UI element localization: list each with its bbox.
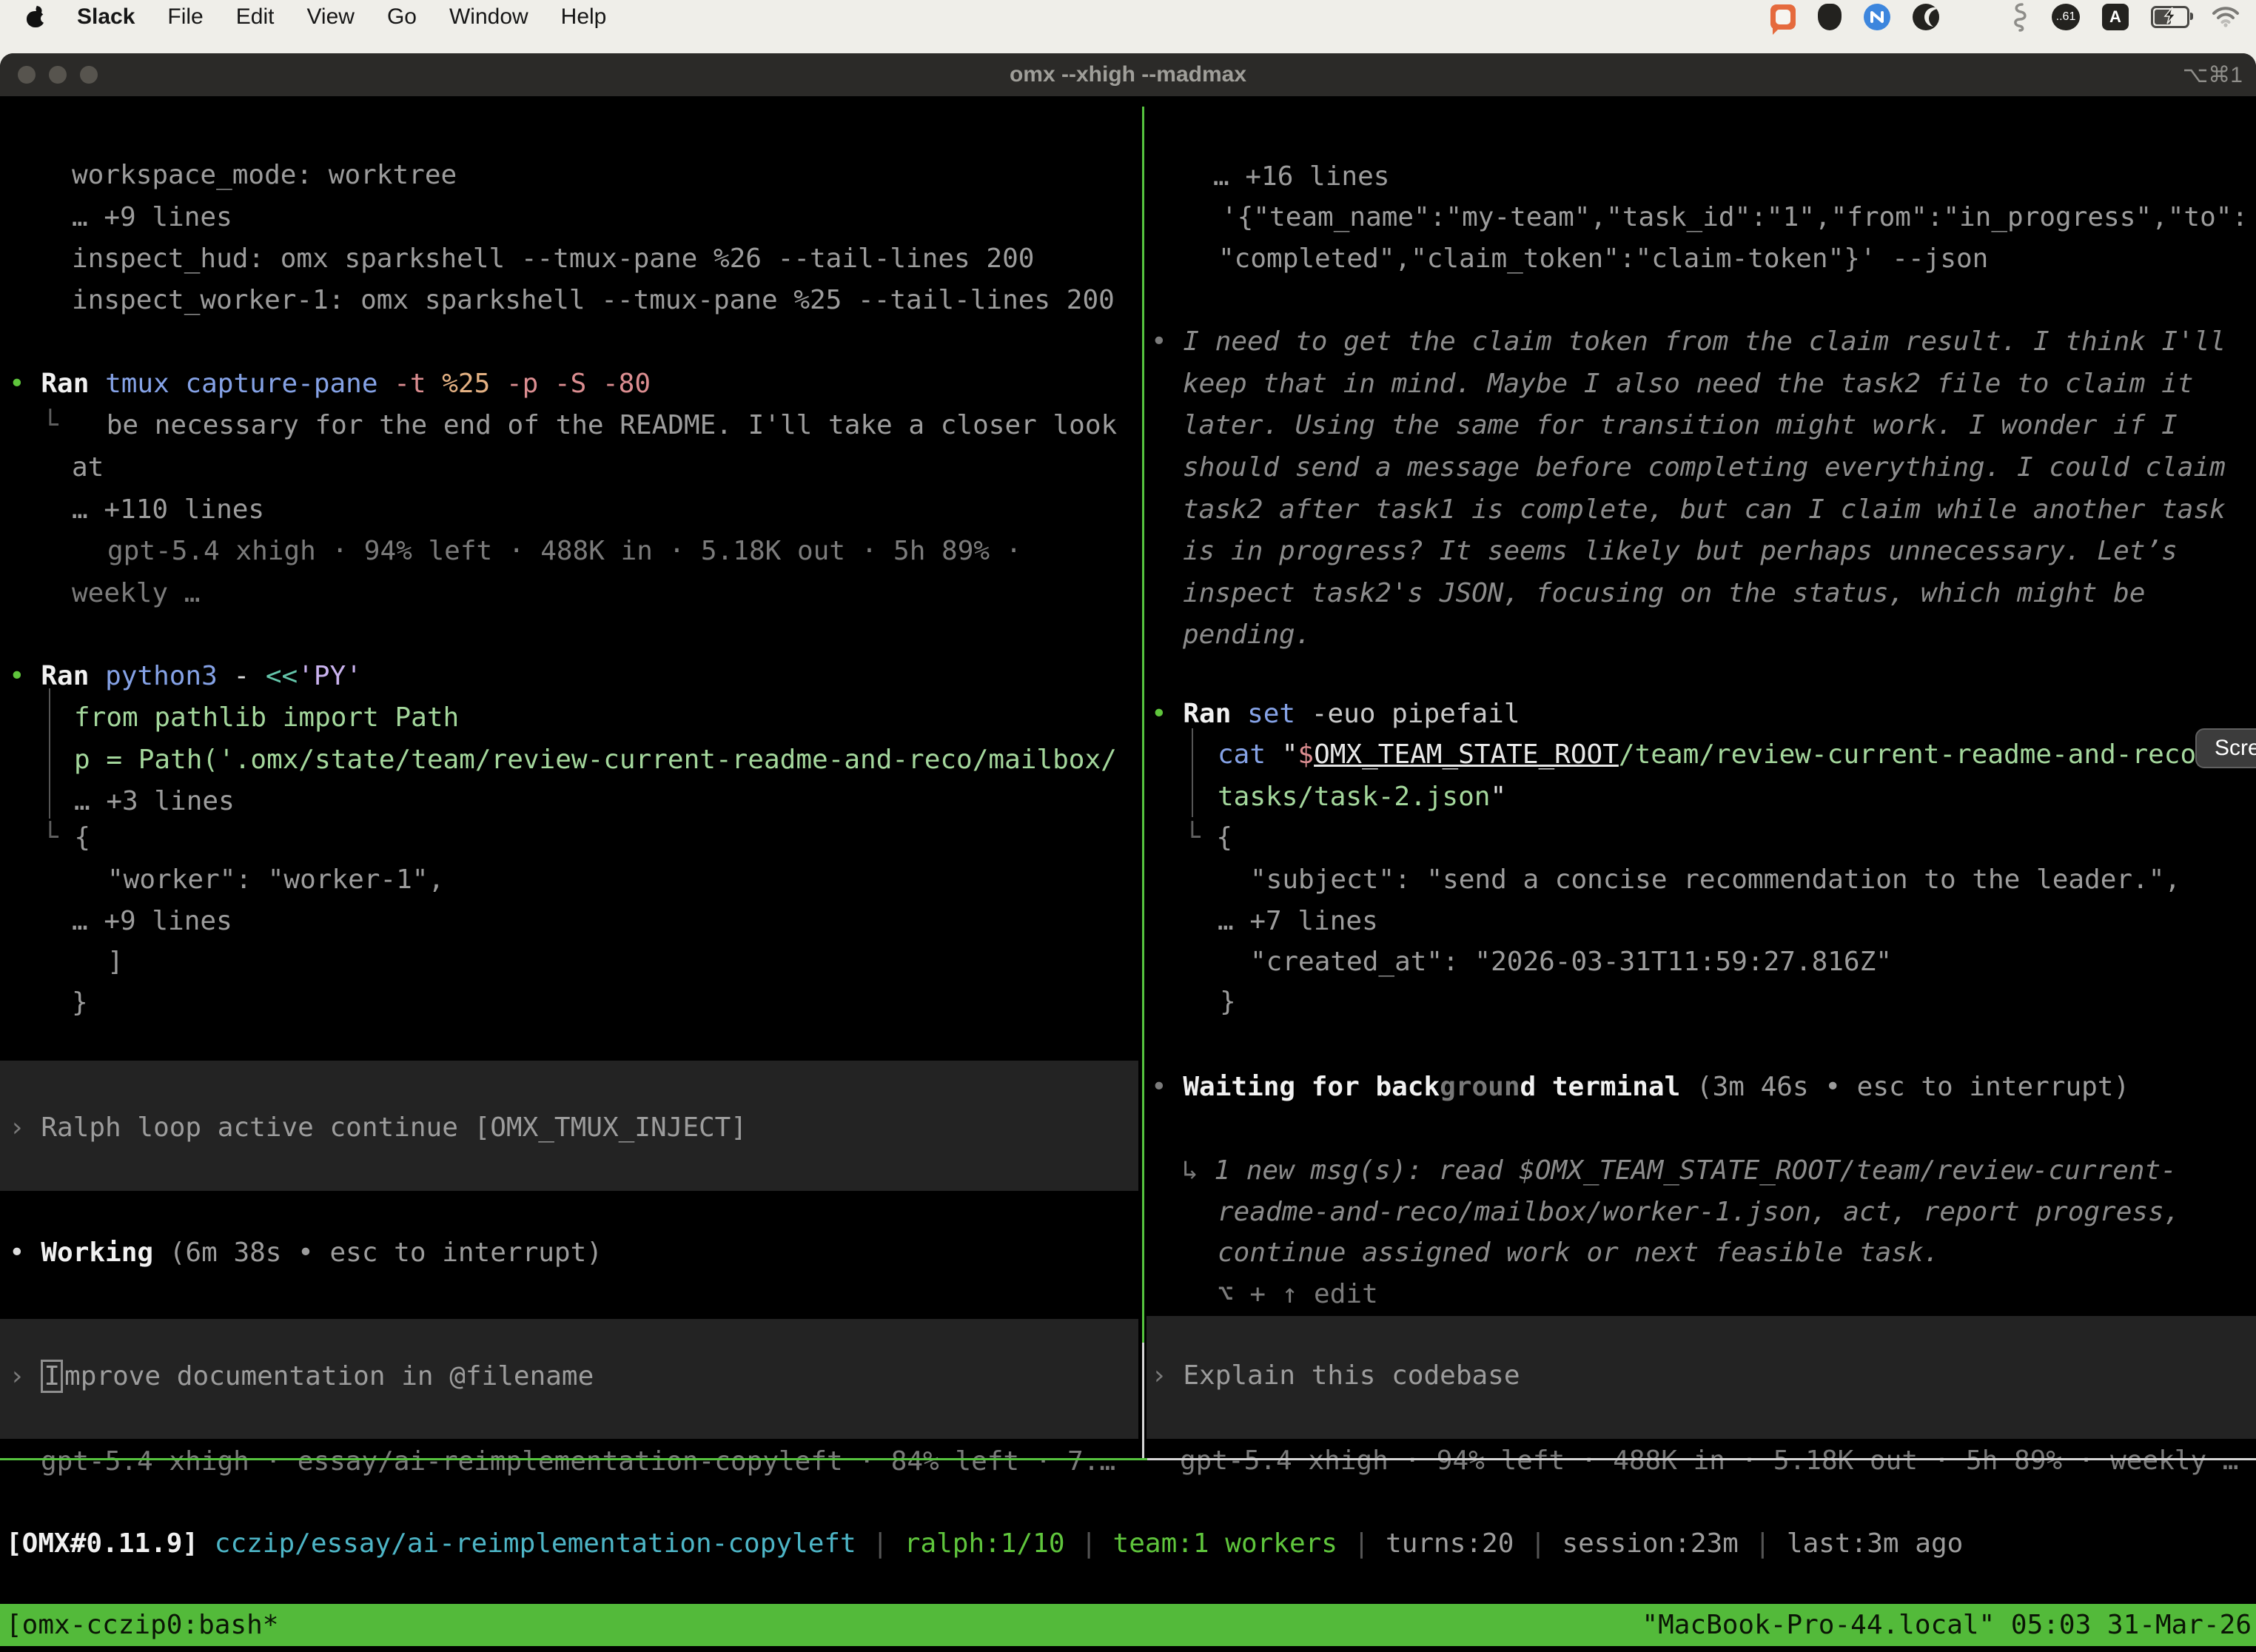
screenshot-toast[interactable]: Scre [2195,728,2256,768]
blue-badge-icon[interactable] [1864,4,1890,30]
terminal-row: └ { [42,817,90,859]
terminal-row: … +9 lines [72,901,232,942]
terminal-row: "created_at": "2026-03-31T11:59:27.816Z" [1250,941,1892,983]
dots-grid-icon[interactable] [1961,4,1988,30]
terminal-row: inspect_worker-1: omx sparkshell --tmux-… [72,280,1115,321]
terminal-row: gpt-5.4 xhigh · essay/ai-reimplementatio… [41,1441,1115,1483]
terminal-row: • Ran set -euo pipefail [1151,694,1520,735]
window-title: omx --xhigh --madmax [0,62,2256,87]
menu-item-view[interactable]: View [306,0,354,34]
terminal-row: … +16 lines [1213,156,1389,198]
menu-bar: Slack File Edit View Go Window Help ..61 A [0,0,2256,34]
keyboard-layout-icon[interactable]: A [2102,4,2129,30]
terminal-row: [OMX#0.11.9] cczip/essay/ai-reimplementa… [6,1523,1963,1565]
terminal-row: } [1220,981,1236,1023]
block-connector [49,688,50,819]
terminal-row: "subject": "send a concise recommendatio… [1250,859,2181,901]
terminal-row: … +110 lines [72,489,264,531]
terminal-row: ↳ 1 new msg(s): read $OMX_TEAM_STATE_ROO… [1182,1150,2177,1192]
terminal-row: inspect task2's JSON, focusing on the st… [1183,573,2145,614]
terminal-row: … +7 lines [1218,901,1378,942]
terminal-row: from pathlib import Path [74,697,459,739]
terminal-row: tasks/task-2.json" [1218,776,1506,818]
terminal-row: keep that in mind. Maybe I also need the… [1183,363,2193,405]
terminal-row: … +3 lines [74,781,235,822]
terminal-row: "worker": "worker-1", [107,859,444,901]
terminal-row: weekly … [72,573,200,614]
terminal-row: └ { [1184,817,1232,859]
menu-item-help[interactable]: Help [561,0,607,34]
menu-item-go[interactable]: Go [387,0,417,34]
shield-grid-icon[interactable] [1818,4,1842,30]
terminal-row: • Ran python3 - <<'PY' [9,656,362,697]
screenshot-toast-label: Scre [2215,736,2256,761]
terminal-row: gpt-5.4 xhigh · 94% left · 488K in · 5.1… [1180,1440,2238,1482]
terminal-row: continue assigned work or next feasible … [1218,1232,1939,1274]
tmux-session-name: [omx-cczip0:bash* [0,1604,278,1646]
terminal-row: ⌥ + ↑ edit [1218,1274,1378,1315]
pane-divider-inactive[interactable] [1142,1343,1144,1458]
terminal-row: … +9 lines [72,197,232,238]
terminal-row: '{"team_name":"my-team","task_id":"1","f… [1221,197,2248,238]
app-menu-items: Slack File Edit View Go Window Help [77,0,606,34]
terminal-row: └ be necessary for the end of the README… [42,405,1117,446]
dark-pie-icon[interactable] [1913,4,1939,30]
pane-bottom-border-inactive [1147,1458,2256,1460]
menu-item-window[interactable]: Window [449,0,528,34]
terminal-content: workspace_mode: worktree… +9 linesinspec… [0,96,2256,1652]
menu-item-slack[interactable]: Slack [77,0,135,34]
terminal-row: inspect_hud: omx sparkshell --tmux-pane … [72,238,1034,280]
terminal-row: is in progress? It seems likely but perh… [1183,531,2178,572]
menu-bar-left: Slack File Edit View Go Window Help [0,0,606,34]
tmux-status-bar: [omx-cczip0:bash* "MacBook-Pro-44.local"… [0,1604,2256,1646]
terminal-row: task2 after task1 is complete, but can I… [1183,489,2226,531]
terminal-row: • Waiting for background terminal (3m 46… [1151,1067,2129,1108]
tmux-host-clock: "MacBook-Pro-44.local" 05:03 31-Mar-26 [1642,1604,2256,1646]
terminal-row: later. Using the same for transition mig… [1183,405,2178,446]
chat-app-icon[interactable] [1770,4,1796,30]
battery-charging-icon[interactable] [2151,6,2189,28]
window-shortcut-hint: ⌥⌘1 [2183,62,2243,88]
terminal-row: } [72,982,88,1024]
block-connector [1192,728,1193,817]
terminal-row: readme-and-reco/mailbox/worker-1.json, a… [1218,1192,2180,1233]
terminal-row: cat "$OMX_TEAM_STATE_ROOT/team/review-cu… [1218,734,2212,776]
terminal-row: p = Path('.omx/state/team/review-current… [74,739,1117,781]
menu-bar-status-icons: ..61 A [1770,2,2256,32]
terminal-row: • Ran tmux capture-pane -t %25 -p -S -80 [9,363,651,405]
terminal-row: ] [107,941,124,983]
badge-61-icon[interactable]: ..61 [2052,4,2080,30]
menu-item-file[interactable]: File [167,0,203,34]
terminal-row: should send a message before completing … [1183,447,2226,488]
terminal-row: • I need to get the claim token from the… [1151,321,2226,363]
squiggle-icon[interactable] [2010,2,2030,32]
terminal-row: • Working (6m 38s • esc to interrupt) [9,1232,602,1274]
terminal-row: › Explain this codebase [1151,1355,1520,1397]
terminal-window: omx --xhigh --madmax ⌥⌘1 workspace_mode:… [0,53,2256,1652]
screen: { "menu_bar": { "app_menus": ["Slack", "… [0,0,2256,1652]
wifi-icon[interactable] [2212,6,2240,28]
menu-item-edit[interactable]: Edit [236,0,275,34]
terminal-row: pending. [1183,614,1311,656]
apple-menu-icon[interactable] [27,7,44,27]
window-titlebar[interactable]: omx --xhigh --madmax ⌥⌘1 [0,53,2256,96]
terminal-row: workspace_mode: worktree [72,155,457,196]
terminal-row: › Improve documentation in @filename [9,1356,594,1397]
terminal-row: gpt-5.4 xhigh · 94% left · 488K in · 5.1… [107,531,1021,572]
terminal-row: "completed","claim_token":"claim-token"}… [1218,238,1988,280]
pane-divider-active[interactable] [1142,107,1144,1343]
terminal-row: at [72,447,104,488]
terminal-row: › Ralph loop active continue [OMX_TMUX_I… [9,1107,747,1149]
pane-bottom-border-active [0,1458,1147,1460]
